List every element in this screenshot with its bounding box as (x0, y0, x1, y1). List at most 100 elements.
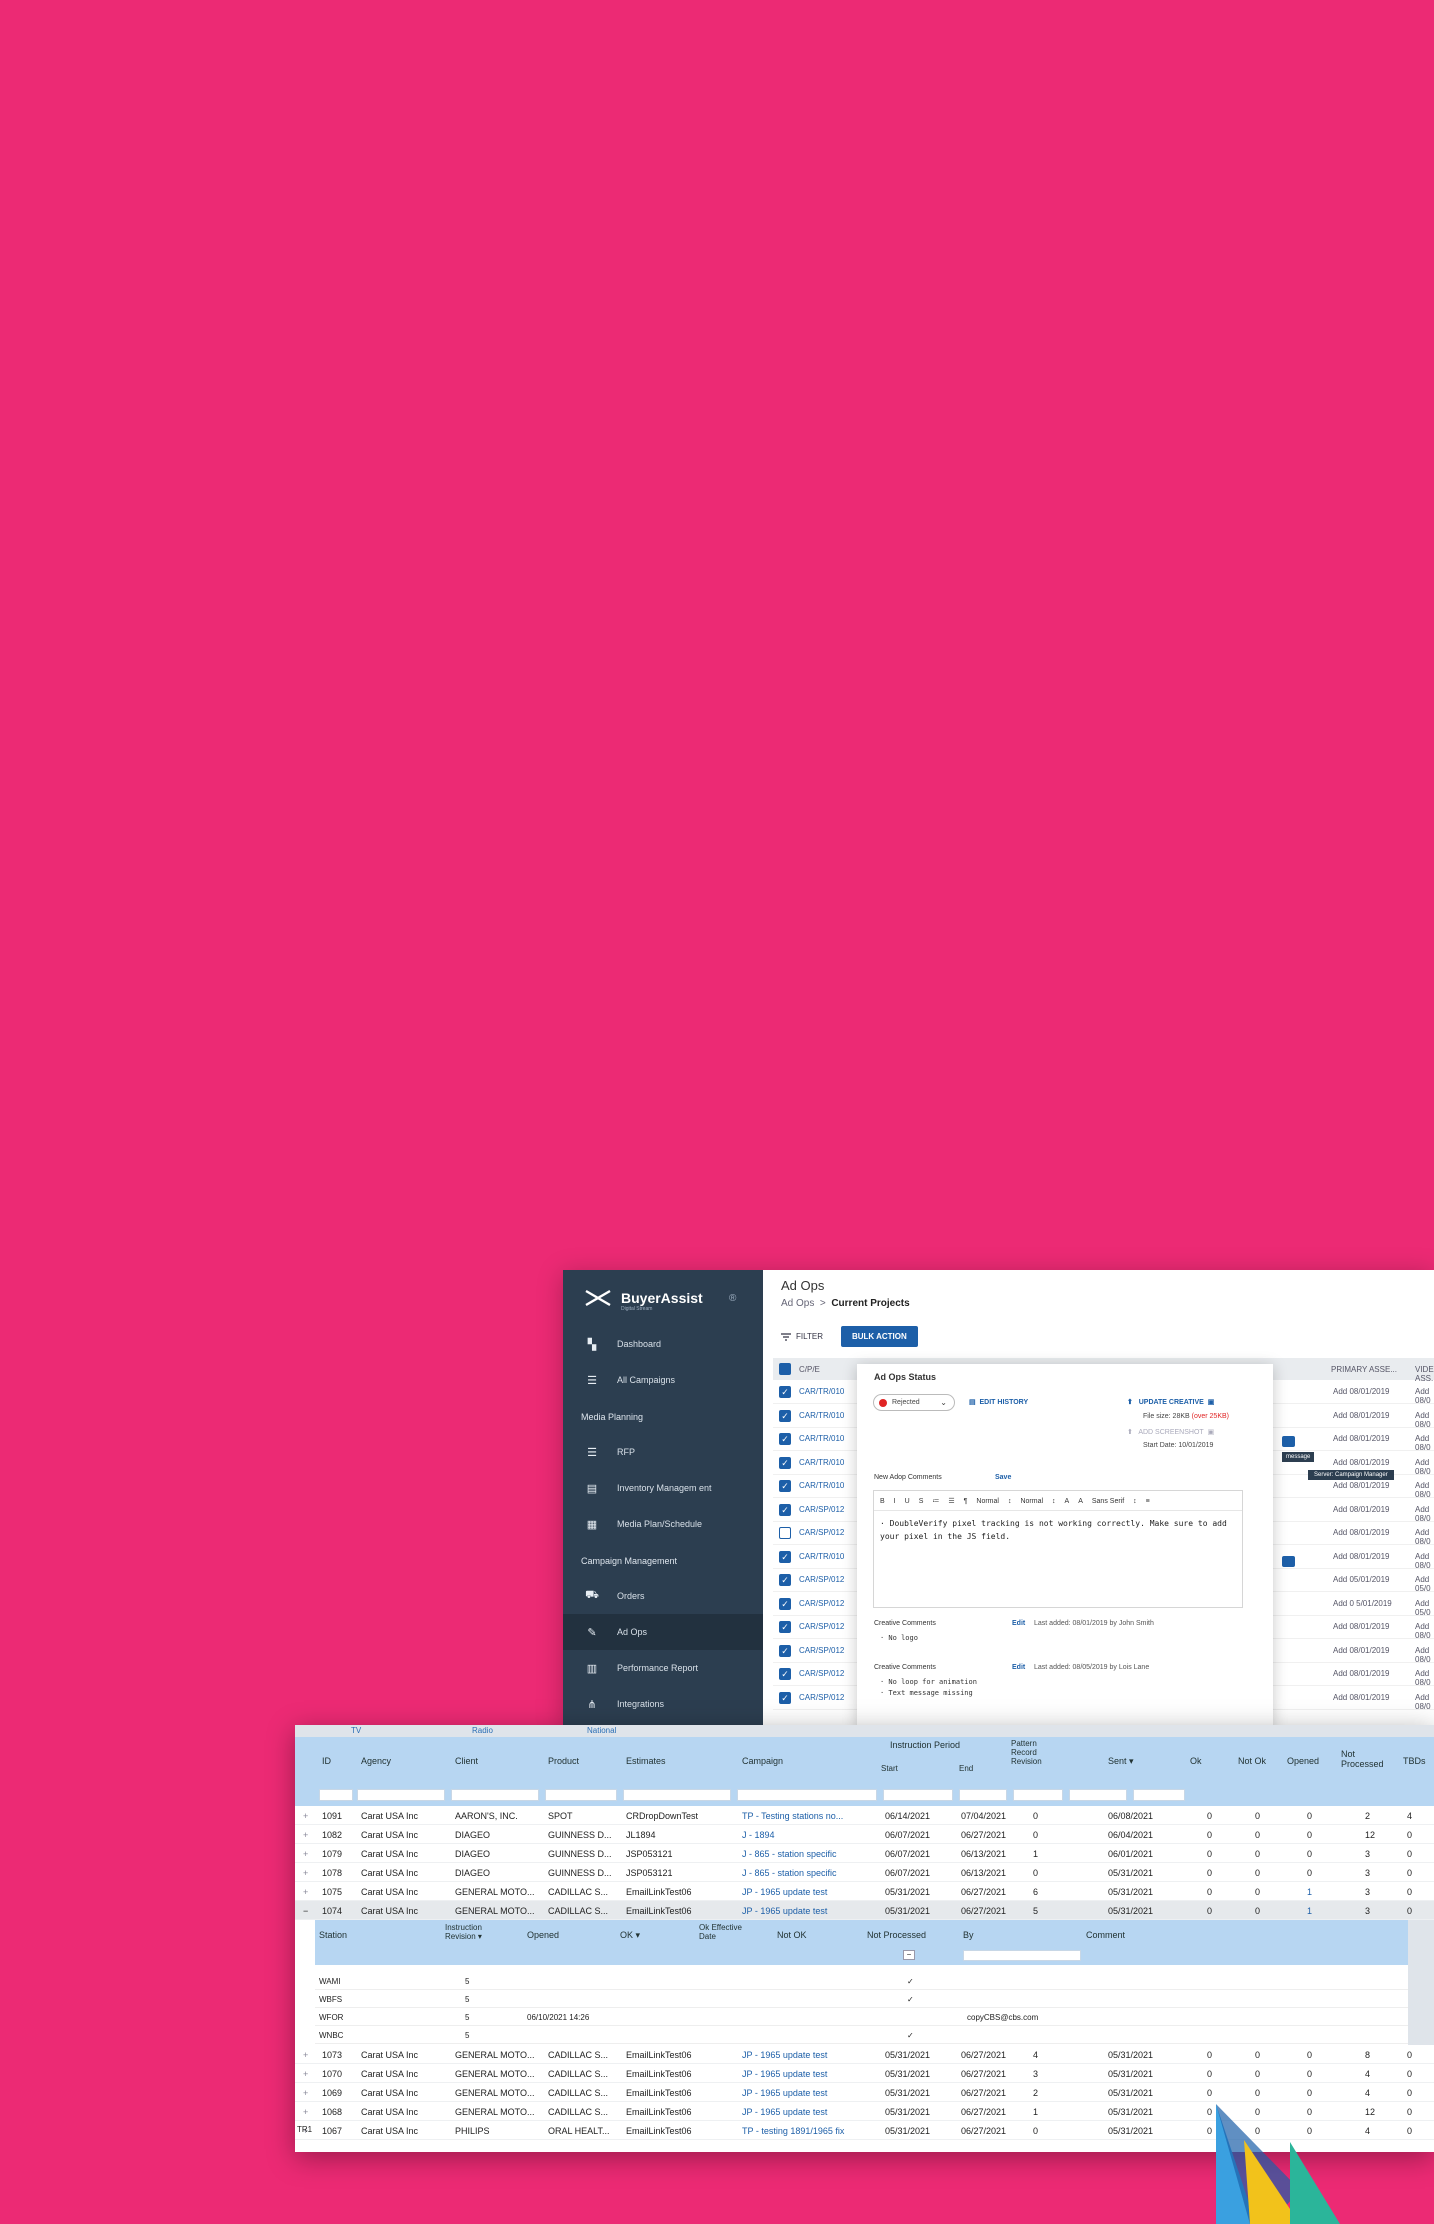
table-row[interactable]: +1078 Carat USA Inc DIAGEO GUINNESS D... JSP… (295, 1863, 1434, 1882)
expand-row-icon[interactable]: + (303, 1811, 308, 1821)
editor-tool[interactable]: B (880, 1498, 885, 1505)
update-creative-button[interactable]: ⬆ UPDATE CREATIVE ▣ (1127, 1398, 1214, 1406)
expand-row-icon[interactable]: + (303, 1887, 308, 1897)
edit-history-button[interactable]: ▤ EDIT HISTORY (969, 1398, 1028, 1406)
row-primary-asset[interactable]: Add 08/01/2019 (1333, 1411, 1390, 1420)
row-checkbox[interactable]: ✓ (779, 1527, 791, 1539)
row-primary-asset[interactable]: Add 08/01/2019 (1333, 1458, 1390, 1467)
row-video-asset[interactable]: Add 05/0 (1415, 1599, 1434, 1617)
row-checkbox[interactable]: ✓ (779, 1597, 791, 1610)
tab-national[interactable]: National (587, 1726, 616, 1735)
row-video-asset[interactable]: Add 08/0 (1415, 1481, 1434, 1499)
row-video-asset[interactable]: Add 05/0 (1415, 1575, 1434, 1593)
save-button[interactable]: Save (995, 1474, 1011, 1481)
expand-row-icon[interactable]: + (303, 2050, 308, 2060)
header-client[interactable]: Client (455, 1756, 478, 1766)
sidebar-item-performance-report[interactable]: ▥ Performance Report (563, 1650, 763, 1686)
header-not-ok-sub[interactable]: Not OK (777, 1930, 807, 1940)
header-not-ok[interactable]: Not Ok (1238, 1756, 1266, 1766)
add-screenshot-button[interactable]: ⬆ ADD SCREENSHOT ▣ (1127, 1428, 1214, 1436)
row-primary-asset[interactable]: Add 08/01/2019 (1333, 1434, 1390, 1443)
header-end[interactable]: End (959, 1764, 973, 1773)
header-not-processed[interactable]: Not Processed (1341, 1749, 1391, 1769)
row-cpe-link[interactable]: CAR/SP/012 (799, 1505, 844, 1514)
header-estimates[interactable]: Estimates (626, 1756, 666, 1766)
tab-tv[interactable]: TV (351, 1726, 361, 1735)
sidebar-item-dashboard[interactable]: ▚ Dashboard (563, 1326, 763, 1362)
filter-end[interactable] (959, 1789, 1007, 1801)
row-checkbox[interactable]: ✓ (779, 1409, 791, 1422)
row-video-asset[interactable]: Add 08/0 (1415, 1528, 1434, 1546)
bulk-action-button[interactable]: BULK ACTION (840, 1326, 918, 1347)
row-video-asset[interactable]: Add 08/0 (1415, 1505, 1434, 1523)
column-cpe[interactable]: C/P/E (799, 1365, 820, 1374)
collapse-row-icon[interactable]: − (303, 1906, 308, 1916)
station-row[interactable]: WAMI 5 ✓ (315, 1972, 1408, 1990)
filter-campaign[interactable] (737, 1789, 877, 1801)
row-primary-asset[interactable]: Add 08/01/2019 (1333, 1622, 1390, 1631)
expand-row-icon[interactable]: + (303, 1849, 308, 1859)
sidebar-item-all-campaigns[interactable]: ☰ All Campaigns (563, 1362, 763, 1398)
message-icon[interactable] (1282, 1436, 1295, 1447)
row-primary-asset[interactable]: Add 0 5/01/2019 (1333, 1599, 1392, 1608)
message-icon[interactable] (1282, 1556, 1295, 1567)
header-tbds[interactable]: TBDs (1403, 1756, 1426, 1766)
expand-row-icon[interactable]: + (303, 1868, 308, 1878)
filter-estimates[interactable] (623, 1789, 731, 1801)
row-video-asset[interactable]: Add 08/0 (1415, 1693, 1434, 1711)
station-row[interactable]: WBFS 5 ✓ (315, 1990, 1408, 2008)
header-not-processed-sub[interactable]: Not Processed (867, 1930, 926, 1940)
breadcrumb-parent[interactable]: Ad Ops (781, 1298, 814, 1309)
editor-tool[interactable]: ↕ (1133, 1498, 1137, 1505)
header-by[interactable]: By (963, 1930, 974, 1940)
by-filter-input[interactable] (963, 1950, 1081, 1961)
editor-tool[interactable]: Sans Serif (1092, 1498, 1124, 1505)
row-primary-asset[interactable]: Add 08/01/2019 (1333, 1387, 1390, 1396)
row-primary-asset[interactable]: Add 08/01/2019 (1333, 1669, 1390, 1678)
column-primary-asset[interactable]: PRIMARY ASSE... (1331, 1365, 1397, 1374)
row-cpe-link[interactable]: CAR/TR/010 (799, 1458, 844, 1467)
header-ok-sub[interactable]: OK ▾ (620, 1930, 640, 1941)
row-video-asset[interactable]: Add 08/0 (1415, 1387, 1434, 1405)
header-opened[interactable]: Opened (1287, 1756, 1319, 1766)
tab-radio[interactable]: Radio (472, 1726, 493, 1735)
table-row[interactable]: − 1074 Carat USA Inc GENERAL MOTO... CADILLA… (295, 1901, 1434, 1920)
row-video-asset[interactable]: Add 08/0 (1415, 1646, 1434, 1664)
row-video-asset[interactable]: Add 08/0 (1415, 1434, 1434, 1452)
table-row[interactable]: +1082 Carat USA Inc DIAGEO GUINNESS D... JL1… (295, 1825, 1434, 1844)
creative-comments-edit[interactable]: Edit (1012, 1664, 1025, 1671)
header-instruction-revision[interactable]: Instruction Revision ▾ (445, 1923, 501, 1941)
filter-client[interactable] (451, 1789, 539, 1801)
row-checkbox[interactable]: ✓ (779, 1456, 791, 1469)
row-cpe-link[interactable]: CAR/SP/012 (799, 1669, 844, 1678)
row-cpe-link[interactable]: CAR/SP/012 (799, 1693, 844, 1702)
table-row[interactable]: +1079 Carat USA Inc DIAGEO GUINNESS D... JSP… (295, 1844, 1434, 1863)
header-opened-sub[interactable]: Opened (527, 1930, 559, 1940)
detail-scrollbar[interactable] (1408, 1920, 1434, 2045)
row-checkbox[interactable]: ✓ (779, 1668, 791, 1680)
header-sent[interactable]: Sent ▾ (1108, 1756, 1134, 1767)
table-row[interactable]: +1073 Carat USA Inc GENERAL MOTO... CADILLA… (295, 2045, 1434, 2064)
row-primary-asset[interactable]: Add 08/01/2019 (1333, 1552, 1390, 1561)
expand-row-icon[interactable]: + (303, 2107, 308, 2117)
select-all-checkbox[interactable] (779, 1363, 791, 1375)
header-agency[interactable]: Agency (361, 1756, 391, 1766)
table-row[interactable]: +1075 Carat USA Inc GENERAL MOTO... CADILLA… (295, 1882, 1434, 1901)
editor-tool[interactable]: A (1078, 1498, 1083, 1505)
not-processed-filter-checkbox[interactable]: − (903, 1950, 915, 1960)
filter-agency[interactable] (357, 1789, 445, 1801)
row-cpe-link[interactable]: CAR/TR/010 (799, 1434, 844, 1443)
editor-tool[interactable]: ≔ (932, 1498, 939, 1505)
filter-sent-to[interactable] (1133, 1789, 1185, 1801)
row-video-asset[interactable]: Add 08/0 (1415, 1411, 1434, 1429)
filter-start[interactable] (883, 1789, 953, 1801)
editor-tool[interactable]: ☰ (948, 1498, 954, 1505)
row-cpe-link[interactable]: CAR/SP/012 (799, 1646, 844, 1655)
row-checkbox[interactable]: ✓ (779, 1691, 791, 1704)
sidebar-item-media-plan-schedule[interactable]: ▦ Media Plan/Schedule (563, 1506, 763, 1542)
editor-tool[interactable]: Normal (976, 1498, 999, 1505)
row-video-asset[interactable]: Add 08/0 (1415, 1622, 1434, 1640)
help-icon[interactable]: ® (729, 1293, 736, 1304)
editor-tool[interactable]: ↕ (1052, 1498, 1056, 1505)
sidebar-item-inventory-managem-ent[interactable]: ▤ Inventory Managem ent (563, 1470, 763, 1506)
